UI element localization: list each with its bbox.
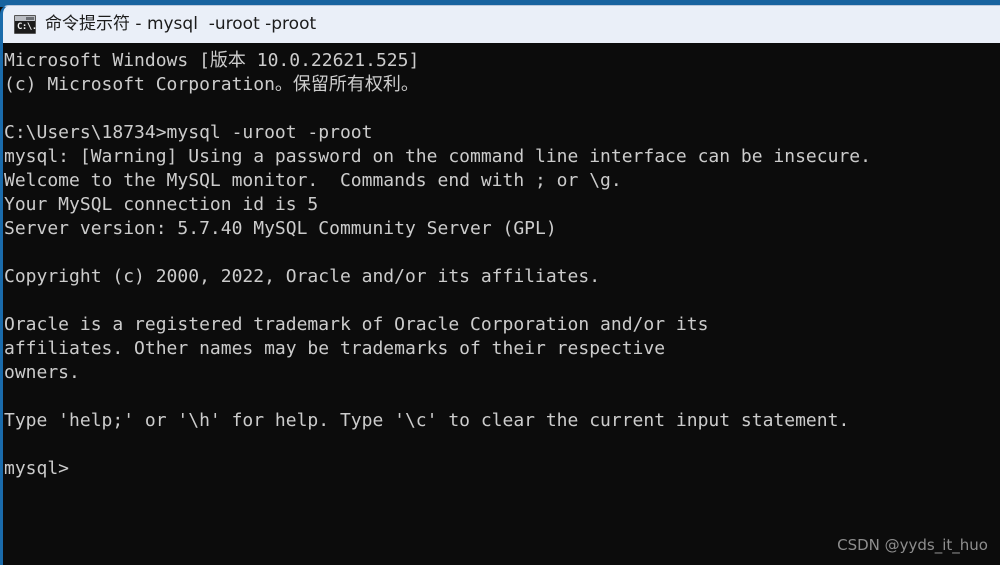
csdn-watermark: CSDN @yyds_it_huo bbox=[837, 536, 988, 554]
console-line: mysql> bbox=[4, 458, 70, 479]
console-line: mysql: [Warning] Using a password on the… bbox=[4, 146, 871, 167]
console-line: (c) Microsoft Corporation。保留所有权利。 bbox=[4, 74, 419, 95]
cmd-icon-glyph: C:\. bbox=[17, 22, 37, 32]
console-output-area[interactable]: Microsoft Windows [版本 10.0.22621.525] (c)… bbox=[0, 43, 1000, 565]
console-line: Type 'help;' or '\h' for help. Type '\c'… bbox=[4, 410, 850, 431]
console-line: Microsoft Windows [版本 10.0.22621.525] bbox=[4, 50, 420, 71]
console-line: Welcome to the MySQL monitor. Commands e… bbox=[4, 170, 622, 191]
console-text: Microsoft Windows [版本 10.0.22621.525] (c)… bbox=[3, 43, 1000, 481]
cmd-window: C:\. 命令提示符 - mysql -uroot -proot Microso… bbox=[0, 0, 1000, 565]
console-line: Server version: 5.7.40 MySQL Community S… bbox=[4, 218, 557, 239]
console-line: affiliates. Other names may be trademark… bbox=[4, 338, 666, 359]
console-line: Your MySQL connection id is 5 bbox=[4, 194, 319, 215]
console-line: owners. bbox=[4, 362, 80, 383]
cmd-prompt-icon: C:\. bbox=[14, 15, 37, 34]
console-line: Copyright (c) 2000, 2022, Oracle and/or … bbox=[4, 266, 601, 287]
window-titlebar[interactable]: C:\. 命令提示符 - mysql -uroot -proot bbox=[0, 5, 1000, 43]
console-line: Oracle is a registered trademark of Orac… bbox=[4, 314, 709, 335]
titlebar-content: C:\. 命令提示符 - mysql -uroot -proot bbox=[3, 6, 316, 43]
window-title: 命令提示符 - mysql -uroot -proot bbox=[45, 14, 317, 34]
console-line: C:\Users\18734>mysql -uroot -proot bbox=[4, 122, 373, 143]
